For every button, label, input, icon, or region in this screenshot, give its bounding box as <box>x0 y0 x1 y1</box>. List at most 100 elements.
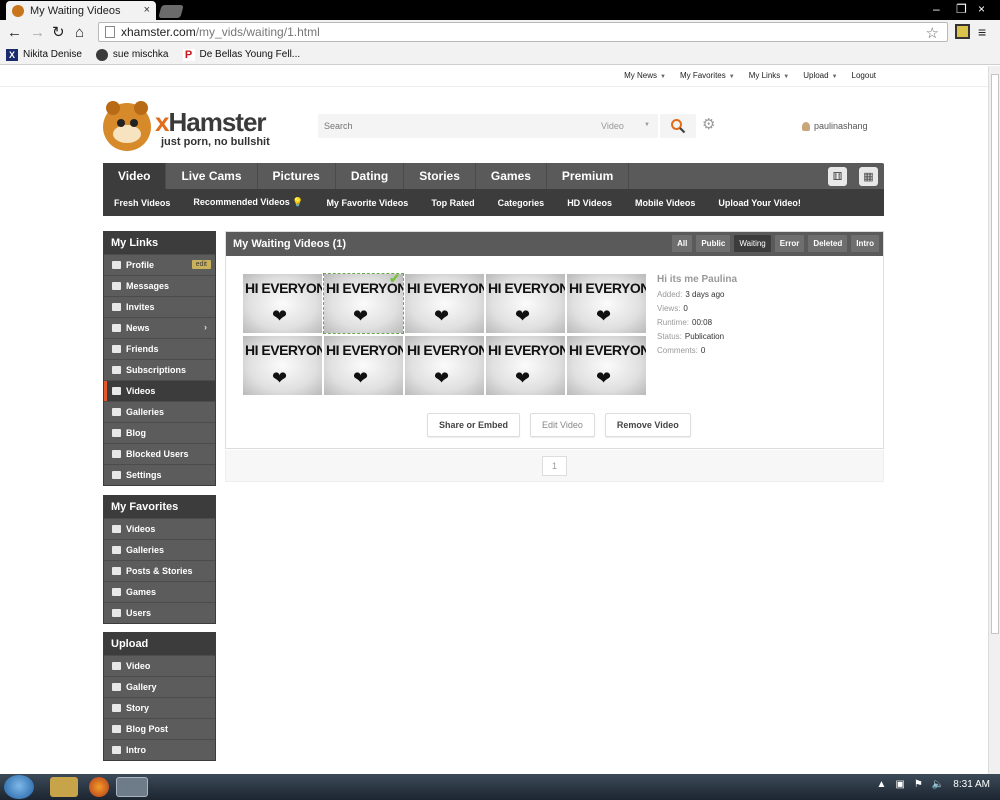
home-icon[interactable]: ⌂ <box>75 25 84 40</box>
video-thumbnail[interactable]: HI EVERYONE ❤ <box>243 274 322 333</box>
site-logo[interactable]: xHamster just porn, no bullshit <box>103 101 293 153</box>
sidebar-item-upload-gallery[interactable]: Gallery <box>104 676 215 697</box>
subtab-categories[interactable]: Categories <box>498 198 545 208</box>
video-thumbnail[interactable]: HI EVERYONE ❤ <box>486 336 565 395</box>
forward-icon[interactable]: → <box>30 25 45 40</box>
sidebar-item-fav-videos[interactable]: Videos <box>104 518 215 539</box>
tab-live-cams[interactable]: Live Cams <box>166 163 258 189</box>
sidebar-item-blocked-users[interactable]: Blocked Users <box>104 443 215 464</box>
video-thumbnail[interactable]: HI EVERYONE ❤ <box>405 274 484 333</box>
video-thumbnail[interactable]: HI EVERYONE ❤ <box>324 336 403 395</box>
start-button[interactable] <box>4 775 34 799</box>
search-scope-select[interactable]: Video <box>601 121 624 131</box>
sidebar-item-fav-users[interactable]: Users <box>104 602 215 623</box>
sidebar-item-invites[interactable]: Invites <box>104 296 215 317</box>
page-number[interactable]: 1 <box>542 456 567 476</box>
reload-icon[interactable]: ↻ <box>52 25 65 40</box>
sidebar-item-subscriptions[interactable]: Subscriptions <box>104 359 215 380</box>
scrollbar-thumb[interactable] <box>991 74 999 634</box>
filter-deleted[interactable]: Deleted <box>808 235 848 252</box>
chevron-down-icon[interactable]: ▼ <box>644 122 650 128</box>
top-link-upload[interactable]: Upload ▼ <box>803 71 837 80</box>
video-thumbnail[interactable]: HI EVERYONE ❤ <box>486 274 565 333</box>
subtab-top-rated[interactable]: Top Rated <box>431 198 474 208</box>
tab-premium[interactable]: Premium <box>547 163 630 189</box>
network-icon[interactable]: ▣ <box>895 779 904 790</box>
browser-tab[interactable]: My Waiting Videos × <box>6 1 156 20</box>
video-title[interactable]: Hi its me Paulina <box>657 274 877 285</box>
sidebar-item-fav-posts-stories[interactable]: Posts & Stories <box>104 560 215 581</box>
user-menu[interactable]: paulinashang <box>802 121 868 131</box>
subtab-mobile-videos[interactable]: Mobile Videos <box>635 198 695 208</box>
sidebar-item-upload-video[interactable]: Video <box>104 655 215 676</box>
minimize-icon[interactable]: – <box>933 2 940 16</box>
edit-button[interactable]: edit <box>191 260 211 269</box>
tab-pictures[interactable]: Pictures <box>258 163 336 189</box>
sidebar-item-fav-games[interactable]: Games <box>104 581 215 602</box>
firefox-icon[interactable] <box>89 777 109 797</box>
tab-stories[interactable]: Stories <box>404 163 476 189</box>
address-bar[interactable]: xhamster.com /my_vids/waiting/1.html ☆ <box>98 22 948 42</box>
clock[interactable]: 8:31 AM <box>953 779 990 790</box>
bookmark-star-icon[interactable]: ☆ <box>926 24 939 42</box>
filter-waiting[interactable]: Waiting <box>734 235 771 252</box>
subtab-upload-your-video[interactable]: Upload Your Video! <box>718 198 801 208</box>
sidebar-item-news[interactable]: News › <box>104 317 215 338</box>
back-icon[interactable]: ← <box>7 25 22 40</box>
page-scrollbar[interactable] <box>988 66 1000 774</box>
bookmark-item[interactable]: P De Bellas Young Fell... <box>182 48 300 61</box>
bookmark-item[interactable]: X Nikita Denise <box>6 48 82 61</box>
top-link-my-links[interactable]: My Links ▼ <box>749 71 790 80</box>
dice-icon[interactable]: ⚅ <box>828 167 847 186</box>
sidebar-item-upload-blog-post[interactable]: Blog Post <box>104 718 215 739</box>
sidebar-item-settings[interactable]: Settings <box>104 464 215 485</box>
share-embed-button[interactable]: Share or Embed <box>427 413 521 437</box>
bookmark-item[interactable]: sue mischka <box>95 48 169 61</box>
filter-public[interactable]: Public <box>696 235 731 252</box>
volume-icon[interactable]: 🔈 <box>932 779 944 790</box>
new-tab-button[interactable] <box>158 5 184 18</box>
maximize-icon[interactable]: ❐ <box>956 2 967 16</box>
video-thumbnail[interactable]: HI EVERYONE ❤ <box>567 274 646 333</box>
subtab-my-favorite-videos[interactable]: My Favorite Videos <box>326 198 408 208</box>
sidebar-item-profile[interactable]: Profile edit <box>104 254 215 275</box>
filter-intro[interactable]: Intro <box>851 235 879 252</box>
tab-dating[interactable]: Dating <box>336 163 405 189</box>
extension-icon[interactable] <box>955 24 970 39</box>
top-link-my-news[interactable]: My News ▼ <box>624 71 666 80</box>
tab-video[interactable]: Video <box>103 163 167 189</box>
media-player-icon[interactable] <box>50 777 78 797</box>
subtab-hd-videos[interactable]: HD Videos <box>567 198 612 208</box>
video-thumbnail[interactable]: HI EVERYONE ❤ <box>567 336 646 395</box>
remove-video-button[interactable]: Remove Video <box>604 413 691 437</box>
search-button[interactable] <box>660 114 696 138</box>
subtab-fresh-videos[interactable]: Fresh Videos <box>114 198 170 208</box>
tray-arrow-icon[interactable]: ▲ <box>877 779 887 790</box>
menu-icon[interactable]: ≡ <box>978 25 986 40</box>
sidebar-item-blog[interactable]: Blog <box>104 422 215 443</box>
sidebar-item-galleries[interactable]: Galleries <box>104 401 215 422</box>
calculator-icon[interactable]: ▦ <box>859 167 878 186</box>
tab-games[interactable]: Games <box>476 163 547 189</box>
window-close-icon[interactable]: × <box>978 2 985 16</box>
video-thumbnail[interactable]: HI EVERYONE ❤ <box>243 336 322 395</box>
sidebar-item-videos[interactable]: Videos <box>104 380 215 401</box>
filter-error[interactable]: Error <box>774 235 805 252</box>
sidebar-item-upload-intro[interactable]: Intro <box>104 739 215 760</box>
sidebar-item-messages[interactable]: Messages <box>104 275 215 296</box>
gear-icon[interactable]: ⚙ <box>702 117 715 133</box>
sidebar-item-upload-story[interactable]: Story <box>104 697 215 718</box>
video-thumbnail[interactable]: HI EVERYONE ❤ <box>405 336 484 395</box>
sidebar-item-fav-galleries[interactable]: Galleries <box>104 539 215 560</box>
edit-video-button[interactable]: Edit Video <box>530 413 595 437</box>
filter-all[interactable]: All <box>672 235 693 252</box>
top-link-my-favorites[interactable]: My Favorites ▼ <box>680 71 735 80</box>
subtab-recommended-videos[interactable]: Recommended Videos 💡 <box>193 197 303 208</box>
tab-close-icon[interactable]: × <box>144 4 150 16</box>
video-thumbnail[interactable]: HI EVERYONE❤✔ <box>323 273 404 334</box>
search-input[interactable] <box>318 114 588 138</box>
sidebar-item-friends[interactable]: Friends <box>104 338 215 359</box>
chrome-taskbar-icon[interactable] <box>116 777 148 797</box>
flag-icon[interactable]: ⚑ <box>914 779 923 790</box>
top-link-logout[interactable]: Logout <box>852 71 876 80</box>
